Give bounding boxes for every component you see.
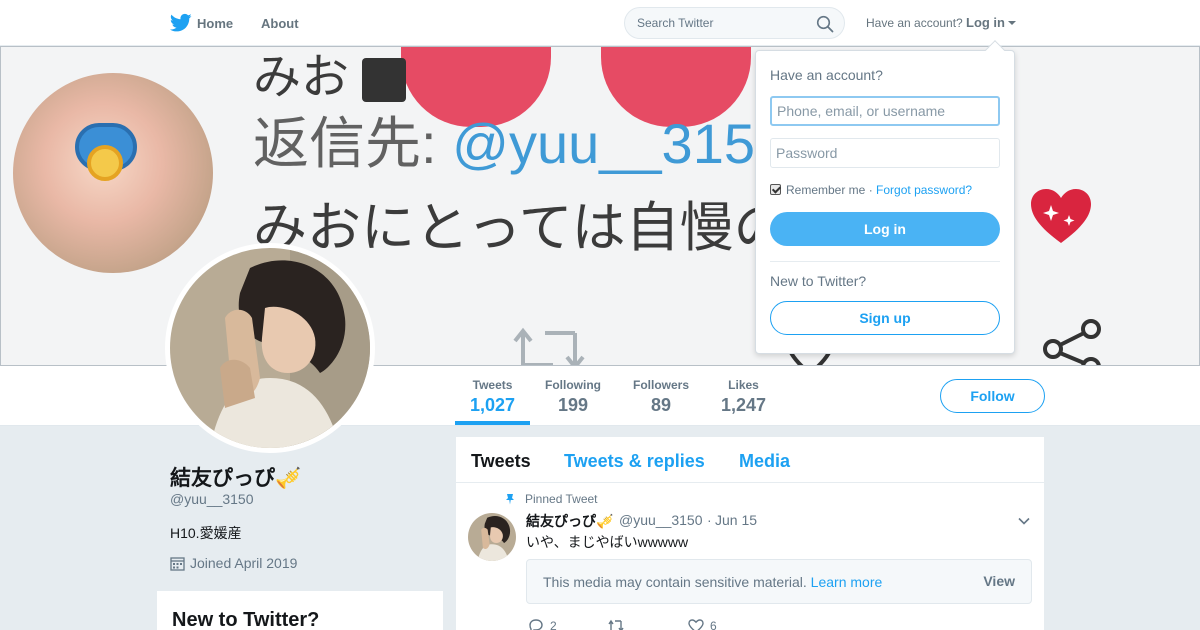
login-button[interactable]: Log in bbox=[770, 212, 1000, 246]
heart-icon bbox=[688, 619, 704, 630]
stat-likes[interactable]: Likes 1,247 bbox=[721, 378, 766, 416]
pin-icon bbox=[506, 494, 514, 505]
tweet-author-name[interactable]: 結友ぴっぴ🎺 bbox=[526, 511, 613, 531]
tweet-text: いや、まじやばいwwwww bbox=[526, 534, 689, 550]
nav-about-link[interactable]: About bbox=[261, 16, 299, 31]
dropdown-divider bbox=[770, 261, 1000, 262]
active-stat-underline bbox=[455, 421, 530, 425]
banner-text-name: みお bbox=[253, 51, 350, 104]
banner-reply-prefix: 返信先: bbox=[253, 112, 453, 175]
banner-text-line-2: 返信先: @yuu__3150 bbox=[253, 99, 786, 180]
timeline: Tweets Tweets & replies Media Pinned Twe… bbox=[456, 437, 1044, 630]
timeline-tabs: Tweets Tweets & replies Media bbox=[456, 437, 1044, 483]
search-input[interactable]: Search Twitter bbox=[624, 7, 845, 39]
chevron-down-icon[interactable] bbox=[1018, 515, 1030, 527]
tweet-separator: · bbox=[707, 512, 712, 528]
profile-joined: Joined April 2019 bbox=[170, 555, 297, 571]
profile-name: 結友ぴっぴ🎺 bbox=[170, 467, 302, 490]
search-placeholder: Search Twitter bbox=[637, 16, 714, 30]
nav-home-link[interactable]: Home bbox=[197, 16, 233, 31]
stat-label: Following bbox=[545, 378, 601, 392]
remember-separator: · bbox=[868, 183, 873, 197]
sparkle-heart-icon bbox=[1031, 189, 1091, 243]
signup-button[interactable]: Sign up bbox=[770, 301, 1000, 335]
new-to-twitter-card: New to Twitter? bbox=[156, 590, 444, 630]
tab-tweets-replies[interactable]: Tweets & replies bbox=[564, 451, 705, 472]
twitter-bird-icon[interactable] bbox=[170, 13, 192, 33]
banner-reply-handle: @yuu__3150 bbox=[452, 112, 787, 175]
username-field[interactable] bbox=[770, 96, 1000, 126]
pacifier-center-shape bbox=[87, 145, 123, 181]
have-account-text: Have an account? bbox=[866, 16, 963, 30]
learn-more-link[interactable]: Learn more bbox=[811, 574, 883, 590]
follow-button[interactable]: Follow bbox=[940, 379, 1045, 413]
tweet-avatar[interactable] bbox=[468, 513, 516, 561]
caret-down-icon[interactable] bbox=[1008, 21, 1016, 25]
search-icon[interactable] bbox=[816, 15, 834, 33]
retweet-ghost-icon bbox=[513, 327, 585, 365]
login-dropdown-toggle[interactable]: Log in bbox=[966, 15, 1005, 30]
dropdown-title: Have an account? bbox=[770, 67, 883, 83]
new-to-twitter-text: New to Twitter? bbox=[770, 273, 867, 289]
sensitive-message: This media may contain sensitive materia… bbox=[543, 574, 807, 590]
tweet-date[interactable]: Jun 15 bbox=[715, 512, 757, 528]
stat-following[interactable]: Following 199 bbox=[545, 378, 601, 416]
tab-media[interactable]: Media bbox=[739, 451, 790, 472]
stat-followers[interactable]: Followers 89 bbox=[633, 378, 689, 416]
stat-value: 1,247 bbox=[721, 395, 767, 415]
stat-label: Likes bbox=[728, 378, 759, 392]
password-field[interactable] bbox=[770, 138, 1000, 168]
profile-avatar[interactable] bbox=[165, 243, 375, 453]
remember-me-row: Remember me · Forgot password? bbox=[770, 183, 972, 197]
profile-avatar-image bbox=[170, 248, 370, 448]
login-dropdown: Have an account? Remember me · Forgot pa… bbox=[755, 40, 1015, 354]
stat-tweets[interactable]: Tweets 1,027 bbox=[470, 378, 515, 416]
top-nav: Home About Search Twitter Have an accoun… bbox=[0, 0, 1200, 46]
sensitive-text: This media may contain sensitive materia… bbox=[543, 574, 882, 590]
sensitive-media-notice: This media may contain sensitive materia… bbox=[526, 559, 1032, 604]
reply-action[interactable]: 2 bbox=[528, 619, 557, 630]
new-to-twitter-title: New to Twitter? bbox=[172, 609, 320, 630]
tweet-author-handle[interactable]: @yuu__3150 bbox=[619, 512, 703, 528]
retweet-action[interactable] bbox=[608, 619, 630, 630]
stat-label: Followers bbox=[633, 378, 690, 392]
tab-tweets[interactable]: Tweets bbox=[471, 451, 531, 472]
remember-me-label[interactable]: Remember me bbox=[786, 183, 865, 197]
view-button[interactable]: View bbox=[983, 573, 1015, 589]
reply-icon bbox=[529, 619, 543, 630]
forgot-password-link[interactable]: Forgot password? bbox=[876, 183, 972, 197]
stat-value: 1,027 bbox=[470, 395, 516, 415]
pinned-tweet-label: Pinned Tweet bbox=[525, 492, 598, 506]
tweet-avatar-image bbox=[468, 513, 516, 561]
banner-text-line-3: みおにとっては自慢の bbox=[253, 198, 788, 258]
profile-bio: H10.愛媛産 bbox=[170, 525, 242, 541]
banner-text-line-1: みお bbox=[253, 47, 407, 107]
calendar-icon bbox=[170, 557, 185, 571]
remember-me-checkbox[interactable] bbox=[770, 184, 781, 195]
retweet-icon bbox=[608, 619, 624, 630]
joined-text: Joined April 2019 bbox=[190, 555, 298, 571]
stat-value: 89 bbox=[650, 395, 672, 415]
like-count: 6 bbox=[710, 619, 717, 630]
lock-icon bbox=[362, 58, 407, 103]
stat-label: Tweets bbox=[472, 378, 513, 392]
profile-handle[interactable]: @yuu__3150 bbox=[170, 491, 254, 507]
like-action[interactable]: 6 bbox=[688, 619, 717, 630]
stat-value: 199 bbox=[557, 395, 589, 415]
share-ghost-icon bbox=[1043, 319, 1101, 365]
reply-count: 2 bbox=[550, 619, 557, 630]
